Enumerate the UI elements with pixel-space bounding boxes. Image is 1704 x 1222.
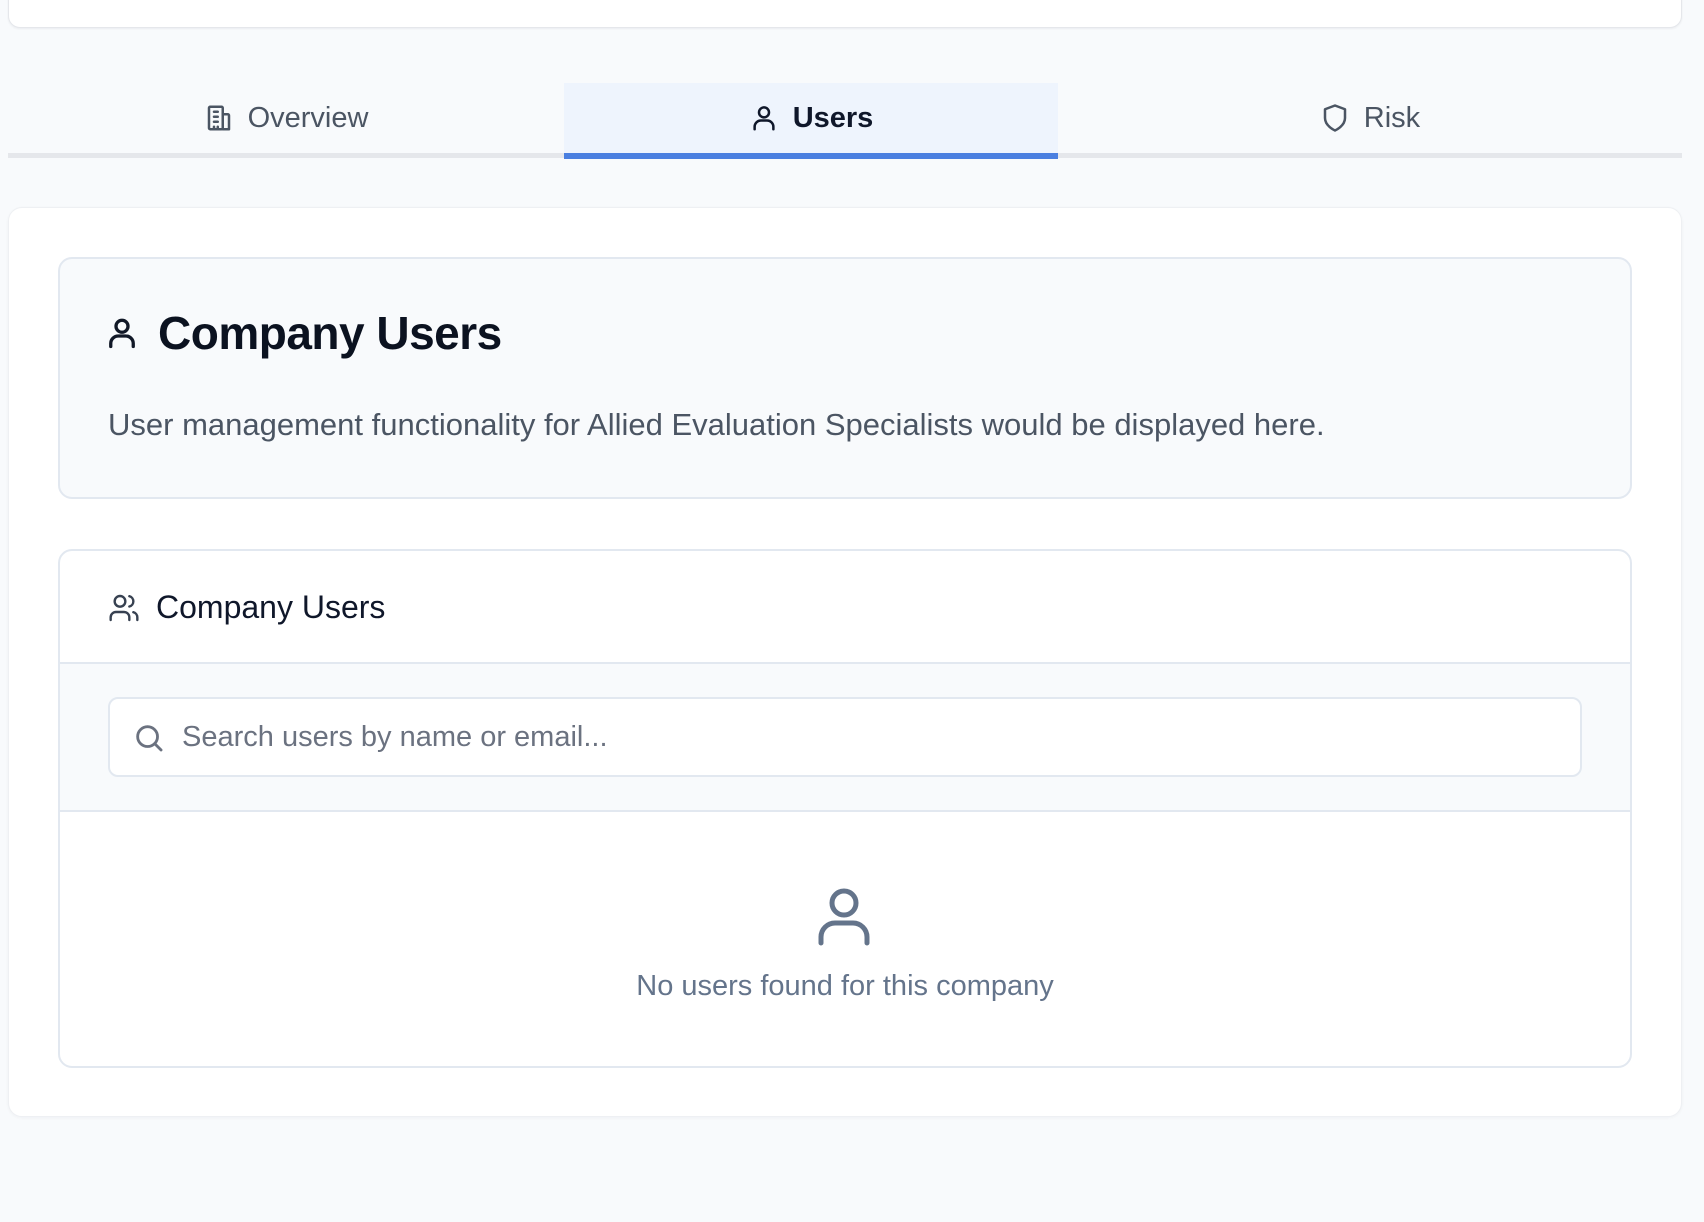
user-icon xyxy=(818,888,870,946)
user-icon xyxy=(109,318,135,349)
info-card-title: Company Users xyxy=(104,305,502,361)
tab-risk[interactable]: Risk xyxy=(1058,83,1682,153)
tab-bar: Overview Users Risk xyxy=(8,83,1682,159)
search-icon xyxy=(136,725,163,752)
info-card xyxy=(58,257,1632,499)
info-card-description: User management functionality for Allied… xyxy=(108,407,1325,442)
tab-overview[interactable]: Overview xyxy=(8,83,564,153)
building-icon xyxy=(207,105,230,131)
search-box[interactable] xyxy=(108,697,1582,777)
empty-user-icon xyxy=(817,887,871,947)
tab-overview-label: Overview xyxy=(247,101,369,134)
users-panel-header: Company Users xyxy=(60,551,1630,664)
shield-icon xyxy=(1323,104,1347,132)
user-icon xyxy=(753,106,775,131)
tab-users[interactable]: Users xyxy=(564,83,1058,159)
users-panel-title: Company Users xyxy=(156,589,386,625)
users-panel: Company Users No users found for this co… xyxy=(58,549,1632,1068)
top-card xyxy=(8,0,1682,28)
page-title: Company Users xyxy=(158,307,502,359)
users-icon xyxy=(109,594,139,621)
tab-risk-label: Risk xyxy=(1363,101,1421,134)
tab-users-label: Users xyxy=(792,101,874,134)
empty-state-message: No users found for this company xyxy=(636,970,1054,1002)
search-input[interactable] xyxy=(182,699,1562,775)
search-area xyxy=(60,664,1630,812)
empty-state: No users found for this company xyxy=(60,812,1630,1066)
